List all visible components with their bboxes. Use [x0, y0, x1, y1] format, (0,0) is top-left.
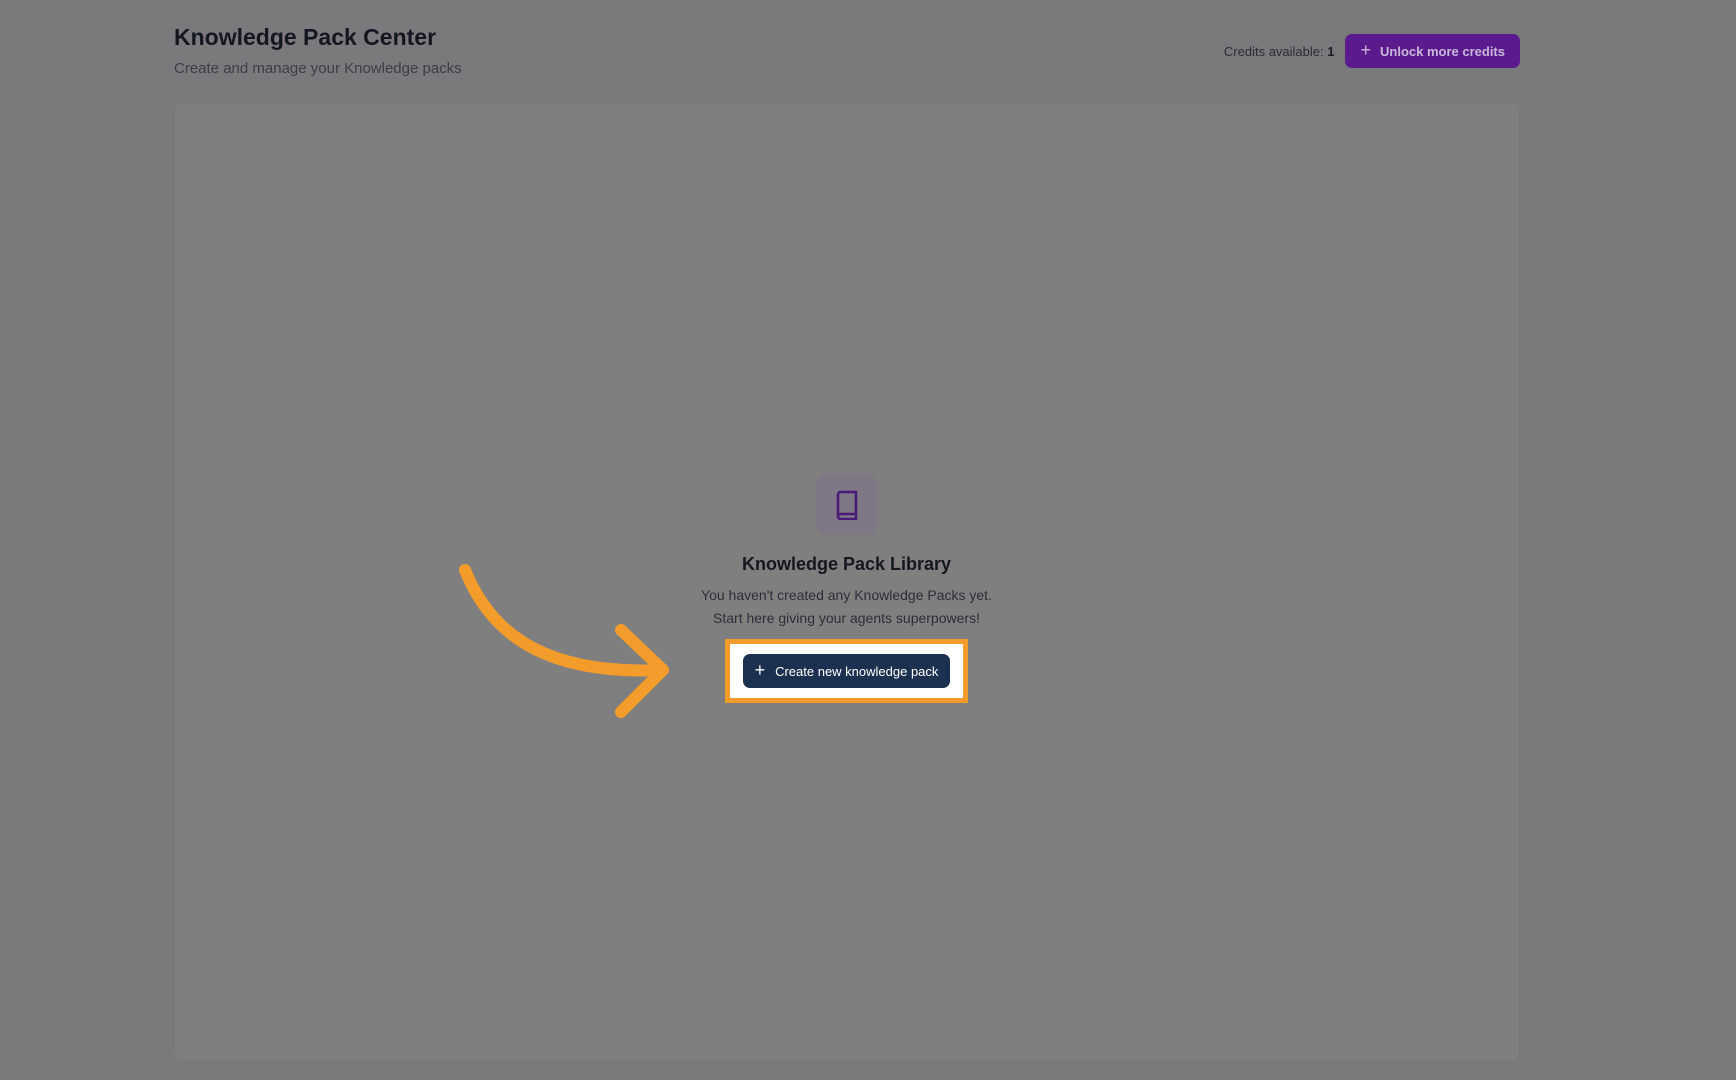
plus-icon: +: [1360, 40, 1371, 60]
empty-state: Knowledge Pack Library You haven't creat…: [175, 474, 1518, 703]
unlock-button-label: Unlock more credits: [1380, 43, 1505, 59]
create-new-knowledge-pack-button[interactable]: + Create new knowledge pack: [742, 654, 951, 688]
knowledge-pack-panel: Knowledge Pack Library You haven't creat…: [175, 104, 1518, 1060]
credits-indicator: Credits available: 1: [1224, 44, 1335, 59]
book-icon: [836, 490, 857, 520]
empty-state-message-line-1: You haven't created any Knowledge Packs …: [701, 587, 992, 603]
credits-label: Credits available:: [1223, 43, 1324, 59]
plus-icon: +: [754, 660, 766, 680]
empty-state-message-line-2: Start here giving your agents superpower…: [713, 610, 980, 626]
tutorial-highlight-frame: + Create new knowledge pack: [725, 639, 968, 703]
credits-value: 1: [1327, 43, 1335, 59]
page-subtitle: Create and manage your Knowledge packs: [174, 60, 462, 77]
page-header: Knowledge Pack Center Create and manage …: [174, 24, 1520, 84]
create-button-label: Create new knowledge pack: [775, 663, 939, 679]
empty-state-title: Knowledge Pack Library: [741, 554, 952, 574]
page-title: Knowledge Pack Center: [174, 24, 437, 50]
unlock-more-credits-button[interactable]: + Unlock more credits: [1345, 34, 1520, 68]
header-actions: Credits available: 1 + Unlock more credi…: [1224, 34, 1520, 68]
book-icon-tile: [816, 474, 877, 535]
curved-arrow-icon: [459, 564, 669, 718]
